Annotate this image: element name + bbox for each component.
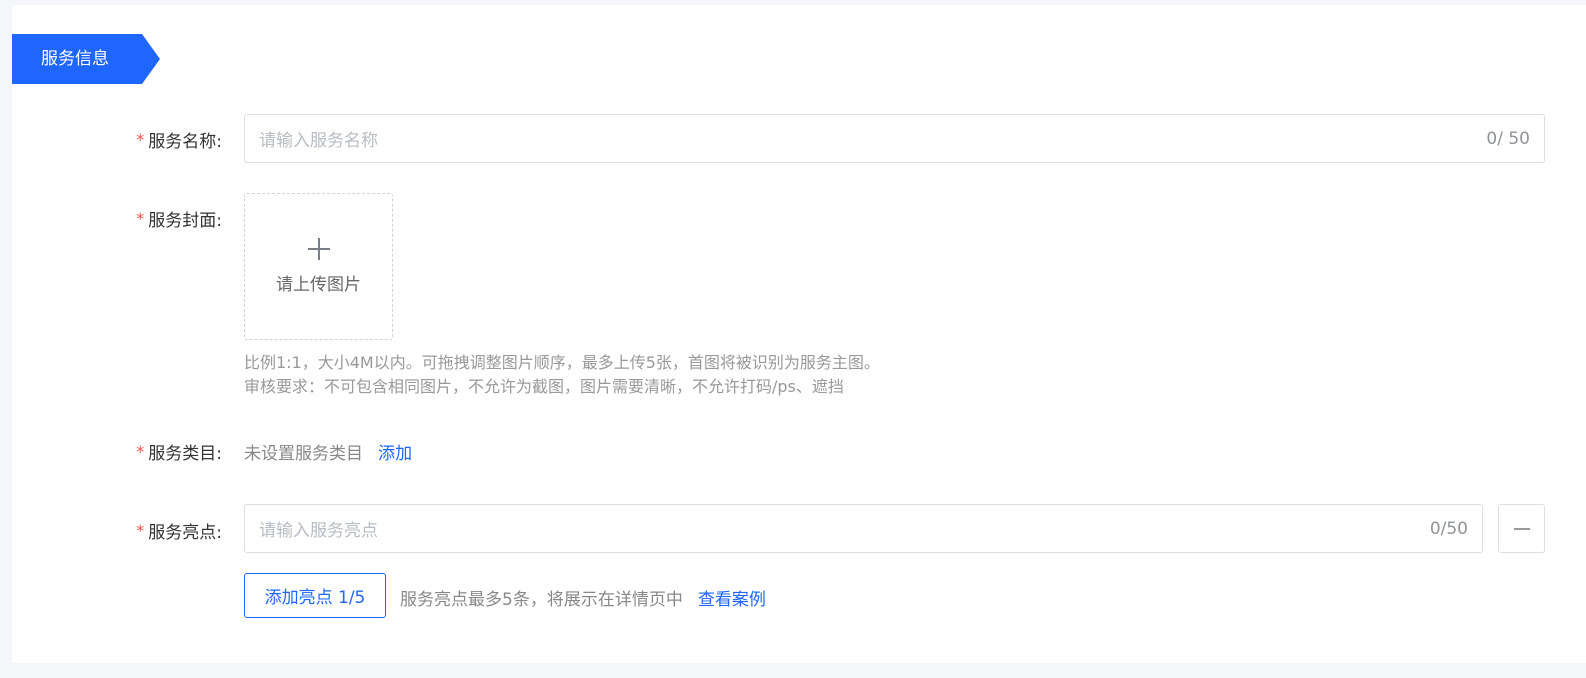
service-name-counter: 0/ 50 [1486, 128, 1530, 149]
cover-upload-box[interactable]: 请上传图片 [244, 193, 393, 340]
service-name-input[interactable]: 请输入服务名称 0/ 50 [244, 114, 1545, 163]
required-mark: * [136, 442, 145, 461]
service-category-label: * 服务类目: [136, 442, 222, 464]
plus-icon [307, 238, 330, 260]
cover-hint-line-2: 审核要求：不可包含相同图片，不允许为截图，图片需要清晰，不允许打码/ps、遮挡 [244, 377, 844, 396]
cover-hint-line-1: 比例1:1，大小4M以内。可拖拽调整图片顺序，最多上传5张，首图将被识别为服务主… [244, 353, 880, 372]
add-category-link[interactable]: 添加 [378, 444, 412, 464]
category-row: 未设置服务类目 添加 [244, 439, 412, 464]
service-name-placeholder: 请输入服务名称 [259, 131, 378, 151]
upload-text: 请上传图片 [276, 275, 361, 295]
section-tag-service-info: 服务信息 [12, 34, 160, 84]
required-mark: * [136, 130, 145, 149]
service-highlight-placeholder: 请输入服务亮点 [259, 521, 378, 541]
service-name-label: * 服务名称: [136, 130, 222, 152]
highlight-hint: 服务亮点最多5条，将展示在详情页中 [400, 590, 683, 610]
service-highlight-input[interactable]: 请输入服务亮点 0/50 [244, 504, 1483, 553]
service-info-card: 服务信息 * 服务名称: 请输入服务名称 0/ 50 * 服务封面: 请上传图片… [12, 5, 1586, 663]
service-cover-label: * 服务封面: [136, 209, 222, 231]
service-highlight-counter: 0/50 [1429, 518, 1468, 539]
required-mark: * [136, 521, 145, 540]
required-mark: * [136, 209, 145, 228]
service-highlight-label: * 服务亮点: [136, 521, 222, 543]
view-case-link[interactable]: 查看案例 [698, 590, 766, 610]
highlight-hint-row: 服务亮点最多5条，将展示在详情页中 查看案例 [400, 585, 766, 610]
remove-highlight-button[interactable] [1498, 504, 1545, 553]
category-value: 未设置服务类目 [244, 444, 363, 464]
add-highlight-button[interactable]: 添加亮点 1/5 [244, 573, 386, 618]
minus-icon [1513, 527, 1530, 530]
